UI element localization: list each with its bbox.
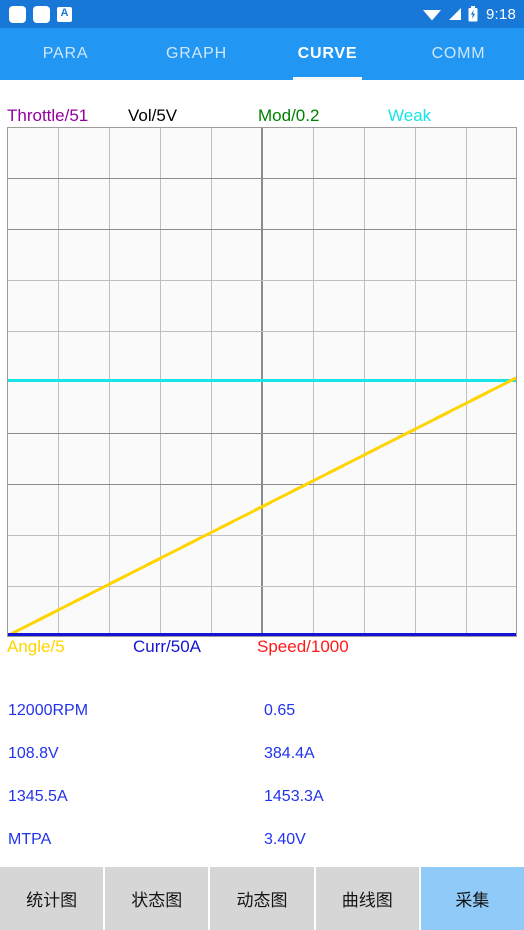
button-collect[interactable]: 采集 bbox=[420, 867, 524, 930]
app-square-icon bbox=[33, 5, 50, 23]
gridline-horizontal bbox=[8, 586, 516, 587]
readout-throttle-value: 3.40V bbox=[264, 831, 306, 848]
tab-comm[interactable]: COMM bbox=[393, 28, 524, 80]
readout-row: 108.8V 384.4A bbox=[0, 743, 524, 786]
gridline-horizontal bbox=[8, 484, 516, 485]
gridline-horizontal bbox=[8, 331, 516, 332]
status-bar-right-icons: 9:18 bbox=[423, 0, 516, 28]
gridline-vertical bbox=[364, 128, 365, 636]
gridline-vertical bbox=[466, 128, 467, 636]
plot-area[interactable] bbox=[7, 127, 517, 637]
button-statistics-chart[interactable]: 统计图 bbox=[0, 867, 104, 930]
legend-vol: Vol/5V bbox=[128, 106, 178, 125]
gridline-vertical bbox=[415, 128, 416, 636]
tab-curve[interactable]: CURVE bbox=[262, 28, 393, 80]
app-square-icon bbox=[9, 5, 26, 23]
clock-label: 9:18 bbox=[486, 5, 516, 23]
app-root: A 9:18 PARA GRAPH CURVE COMM Throttle/51 bbox=[0, 0, 524, 930]
legend-speed: Speed/1000 bbox=[257, 637, 349, 656]
gridline-horizontal bbox=[8, 178, 516, 179]
readout-iq-value: 1453.3A bbox=[264, 788, 324, 805]
readout-row: MTPA 3.40V bbox=[0, 829, 524, 872]
legend-mod: Mod/0.2 bbox=[258, 106, 320, 125]
readout-row: 12000RPM 0.65 bbox=[0, 700, 524, 743]
readout-id-value: 1345.5A bbox=[8, 788, 68, 805]
tab-para[interactable]: PARA bbox=[0, 28, 131, 80]
readout-row: 1345.5A 1453.3A bbox=[0, 786, 524, 829]
gridline-horizontal bbox=[8, 433, 516, 434]
gridline-vertical bbox=[211, 128, 212, 636]
status-bar: A 9:18 bbox=[0, 0, 524, 28]
gridline-vertical-center bbox=[261, 128, 263, 636]
gridline-vertical bbox=[109, 128, 110, 636]
series-weak-line bbox=[8, 379, 516, 382]
button-status-chart[interactable]: 状态图 bbox=[105, 867, 209, 930]
readout-voltage-value: 108.8V bbox=[8, 745, 59, 762]
curve-chart: Throttle/51 Vol/5V Mod/0.2 Weak Angle/5 … bbox=[0, 80, 524, 668]
readout-mode-value: MTPA bbox=[8, 831, 52, 848]
legend-curr: Curr/50A bbox=[133, 637, 202, 656]
gridline-vertical bbox=[58, 128, 59, 636]
legend-throttle: Throttle/51 bbox=[7, 106, 89, 125]
tab-bar: PARA GRAPH CURVE COMM bbox=[0, 28, 524, 80]
battery-charging-icon bbox=[468, 6, 478, 22]
gridline-horizontal bbox=[8, 535, 516, 536]
legend-weak: Weak bbox=[388, 106, 432, 125]
legend-angle: Angle/5 bbox=[7, 637, 65, 656]
readout-panel: 12000RPM 0.65 108.8V 384.4A 1345.5A 1453… bbox=[0, 690, 524, 865]
bottom-button-bar: 统计图 状态图 动态图 曲线图 采集 bbox=[0, 867, 524, 930]
button-curve-chart[interactable]: 曲线图 bbox=[315, 867, 419, 930]
gridline-horizontal bbox=[8, 280, 516, 281]
chart-bottom-legend: Angle/5 Curr/50A Speed/1000 bbox=[0, 636, 524, 662]
gridline-vertical bbox=[160, 128, 161, 636]
gridline-vertical bbox=[313, 128, 314, 636]
gridline-horizontal bbox=[8, 229, 516, 230]
readout-current-value: 384.4A bbox=[264, 745, 315, 762]
tab-graph[interactable]: GRAPH bbox=[131, 28, 262, 80]
signal-icon bbox=[449, 8, 461, 20]
readout-speed-value: 12000RPM bbox=[8, 702, 89, 719]
wifi-icon bbox=[423, 10, 441, 21]
readout-mod-value: 0.65 bbox=[264, 702, 296, 719]
button-dynamic-chart[interactable]: 动态图 bbox=[210, 867, 314, 930]
letter-a-icon: A bbox=[57, 6, 72, 22]
status-bar-left-icons: A bbox=[0, 5, 72, 23]
